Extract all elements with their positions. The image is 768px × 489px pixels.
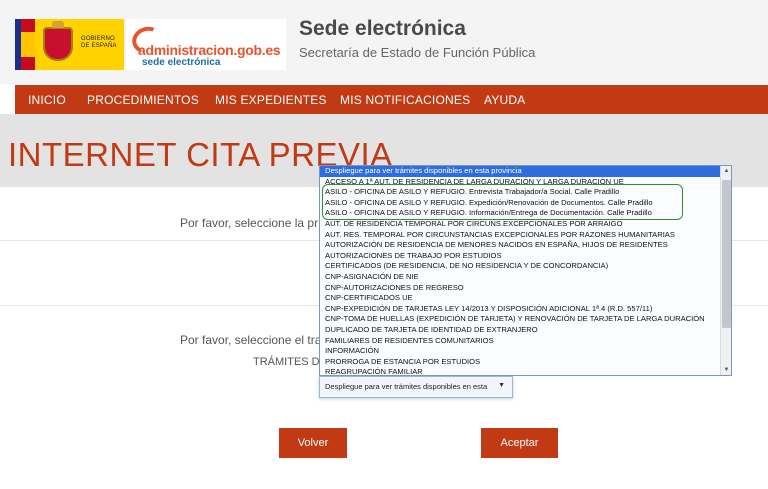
nav-item-mis-notificaciones[interactable]: MIS NOTIFICACIONES xyxy=(340,93,470,107)
dropdown-option[interactable]: CERTIFICADOS (DE RESIDENCIA, DE NO RESID… xyxy=(320,261,721,272)
dropdown-option[interactable]: CNP-CERTIFICADOS UE xyxy=(320,293,721,304)
coat-of-arms-icon xyxy=(43,21,73,61)
dropdown-option[interactable]: Despliegue para ver trámites disponibles… xyxy=(320,166,721,177)
asilo-options-highlight xyxy=(322,184,683,220)
dropdown-option[interactable]: CNP-TOMA DE HUELLAS (EXPEDICIÓN DE TARJE… xyxy=(320,314,721,325)
admin-logo-sub: sede electrónica xyxy=(142,57,221,68)
site-subtitle: Secretaría de Estado de Función Pública xyxy=(299,45,536,60)
scrollbar-thumb[interactable] xyxy=(722,180,731,328)
dropdown-option[interactable]: AUTORIZACIÓN DE RESIDENCIA DE MENORES NA… xyxy=(320,240,721,251)
gob-logo-text: GOBIERNO DE ESPAÑA xyxy=(81,36,117,50)
nav-item-inicio[interactable]: INICIO xyxy=(28,93,66,107)
dropdown-option[interactable]: FAMILIARES DE RESIDENTES COMUNITARIOS xyxy=(320,336,721,347)
dropdown-option[interactable]: CNP-AUTORIZACIONES DE REGRESO xyxy=(320,283,721,294)
back-button[interactable]: Volver xyxy=(279,428,347,458)
dropdown-option[interactable]: AUT. DE RESIDENCIA TEMPORAL POR CIRCUNS.… xyxy=(320,219,721,230)
chevron-down-icon: ▼ xyxy=(498,382,505,389)
administracion-logo[interactable]: administracion.gob.es sede electrónica xyxy=(126,19,286,70)
procedure-prompt: Por favor, seleccione el tra xyxy=(180,333,322,347)
flag-edge xyxy=(15,19,21,70)
dropdown-option[interactable]: DUPLICADO DE TARJETA DE IDENTIDAD DE EXT… xyxy=(320,325,721,336)
header: GOBIERNO DE ESPAÑA administracion.gob.es… xyxy=(0,0,768,84)
dropdown-scrollbar[interactable]: ▲ ▼ xyxy=(720,166,731,375)
dropdown-option[interactable]: INFORMACIÓN xyxy=(320,346,721,357)
gobierno-de-espana-logo[interactable]: GOBIERNO DE ESPAÑA xyxy=(15,19,124,70)
nav-item-procedimientos[interactable]: PROCEDIMIENTOS xyxy=(87,93,199,107)
dropdown-option[interactable]: CNP-EXPEDICIÓN DE TARJETAS LEY 14/2013 Y… xyxy=(320,304,721,315)
accept-button[interactable]: Aceptar xyxy=(481,428,558,458)
dropdown-option[interactable]: PRORROGA DE ESTANCIA POR ESTUDIOS xyxy=(320,357,721,368)
nav-item-ayuda[interactable]: AYUDA xyxy=(484,93,525,107)
gob-logo-line-1: GOBIERNO xyxy=(81,36,115,42)
scroll-down-icon[interactable]: ▼ xyxy=(721,365,731,375)
dropdown-option[interactable]: AUT. RES. TEMPORAL POR CIRCUNSTANCIAS EX… xyxy=(320,230,721,241)
admin-logo-main: administracion.gob.es xyxy=(138,42,281,58)
dropdown-option[interactable]: AUTORIZACIONES DE TRABAJO POR ESTUDIOS xyxy=(320,251,721,262)
main-nav: INICIO PROCEDIMIENTOS MIS EXPEDIENTES MI… xyxy=(15,85,768,114)
tramites-label: TRÁMITES DI xyxy=(253,356,323,368)
gob-logo-line-2: DE ESPAÑA xyxy=(81,43,117,49)
scroll-up-icon[interactable]: ▲ xyxy=(721,166,731,176)
dropdown-option[interactable]: REAGRUPACIÓN FAMILIAR xyxy=(320,367,721,375)
nav-item-mis-expedientes[interactable]: MIS EXPEDIENTES xyxy=(215,93,327,107)
select-value: Despliegue para ver trámites disponibles… xyxy=(325,382,488,391)
tramites-select[interactable]: Despliegue para ver trámites disponibles… xyxy=(319,376,513,398)
site-title: Sede electrónica xyxy=(299,17,466,40)
province-prompt: Por favor, seleccione la pr xyxy=(180,216,319,230)
dropdown-option[interactable]: CNP-ASIGNACIÓN DE NIE xyxy=(320,272,721,283)
